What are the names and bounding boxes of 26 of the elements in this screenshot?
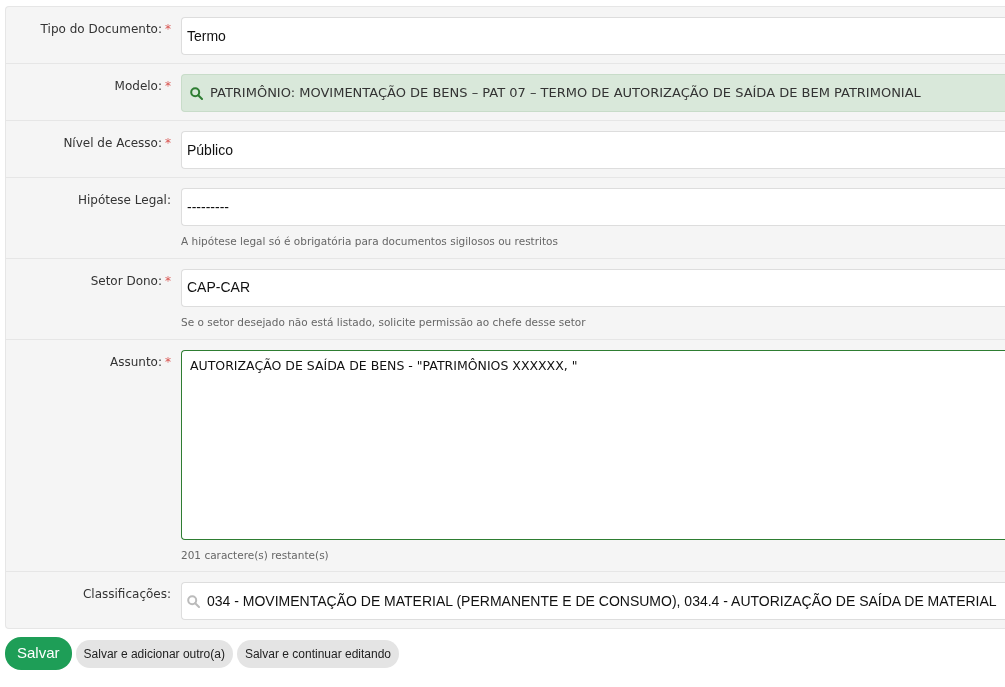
search-icon: [187, 594, 200, 608]
select-field[interactable]: Termo: [181, 17, 1005, 55]
select-field[interactable]: Público: [181, 131, 1005, 169]
field-label: Nível de Acesso:: [63, 136, 162, 150]
lookup-field[interactable]: 034 - MOVIMENTAÇÃO DE MATERIAL (PERMANENTE E DE CONSUMO), 034.4 - AUTORIZAÇÃO DE SAÍDA DE MATERIAL: [181, 582, 1005, 621]
field-label: Setor Dono:: [90, 273, 162, 288]
required-mark: *: [165, 354, 171, 369]
field-label: Assunto:: [110, 354, 162, 369]
select-field[interactable]: ---------: [181, 188, 1005, 226]
help-text: 201 caractere(s) restante(s): [181, 547, 330, 563]
field-label: Classificações:: [82, 587, 171, 602]
field-label: Tipo do Documento:: [40, 22, 162, 36]
select-field[interactable]: CAP-CAR: [181, 268, 1005, 307]
secondary-save-button[interactable]: Salvar e adicionar outro(a): [75, 639, 233, 668]
lookup-field[interactable]: PATRIMÔNIO: MOVIMENTAÇÃO DE BENS – PAT 07 – TERMO DE AUTORIZAÇÃO DE SAÍDA DE BEM PATRIMONIAL: [181, 74, 1005, 112]
secondary-save-button[interactable]: Salvar e continuar editando: [236, 639, 400, 668]
field-label: Hipótese Legal:: [77, 193, 171, 207]
help-text: Se o setor desejado não está listado, solicite permissão ao chefe desse setor: [181, 314, 587, 330]
text-area[interactable]: AUTORIZAÇÃO DE SAÍDA DE BENS - "PATRIMÔNIOS XXXXXX, ": [181, 349, 1005, 540]
required-mark: *: [165, 136, 171, 150]
required-mark: *: [165, 22, 171, 36]
required-mark: *: [165, 273, 171, 288]
search-icon: [190, 86, 203, 100]
required-mark: *: [165, 79, 171, 93]
field-label: Modelo:: [114, 79, 162, 93]
help-text: A hipótese legal só é obrigatória para documentos sigilosos ou restritos: [181, 234, 559, 249]
